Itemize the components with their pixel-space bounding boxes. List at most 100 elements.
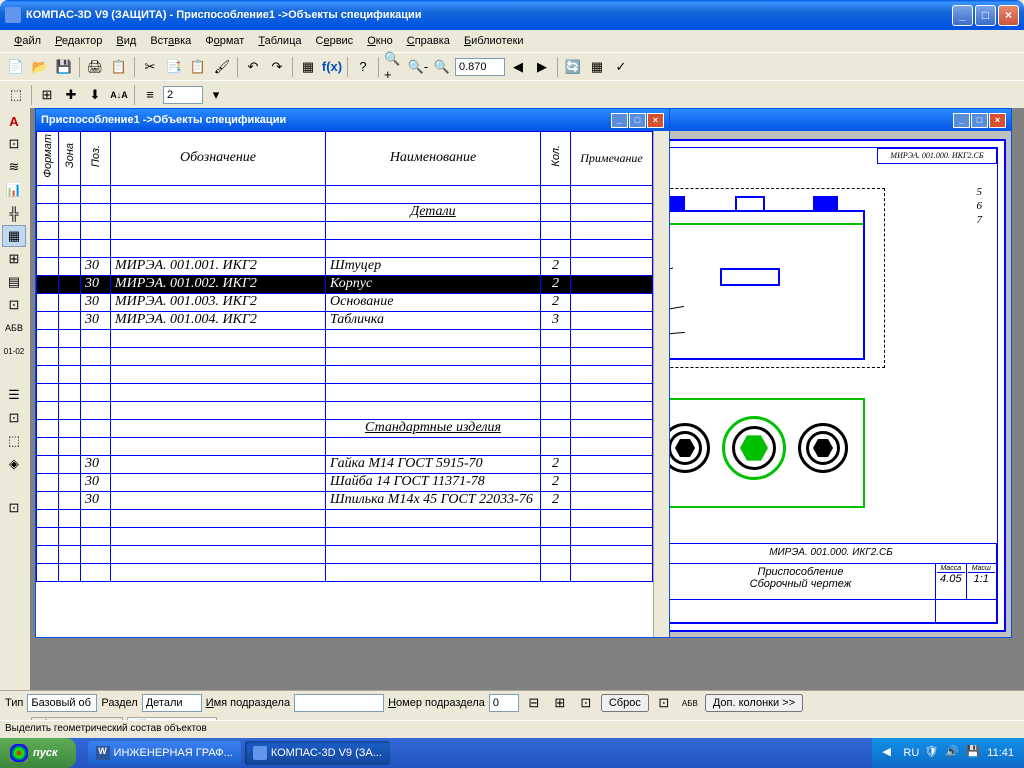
- menu-help[interactable]: Справка: [401, 33, 456, 49]
- print-button[interactable]: 🖨: [84, 56, 106, 78]
- tb2-btn3[interactable]: ✚: [60, 84, 82, 106]
- paste-button[interactable]: 📋: [187, 56, 209, 78]
- table-row[interactable]: [37, 563, 653, 581]
- cut-button[interactable]: ✂: [139, 56, 161, 78]
- table-row-selected[interactable]: 30МИРЭА. 001.002. ИКГ2Корпус2: [37, 275, 653, 293]
- table-row[interactable]: 30МИРЭА. 001.003. ИКГ2Основание2: [37, 293, 653, 311]
- lt-btn15[interactable]: ◈: [2, 453, 26, 475]
- bp-btn2[interactable]: ⊞: [549, 692, 571, 714]
- tb2-btn6[interactable]: ≡: [139, 84, 161, 106]
- undo-button[interactable]: ↶: [242, 56, 264, 78]
- section-row[interactable]: Стандартные изделия: [37, 419, 653, 437]
- pointer-button[interactable]: ✓: [610, 56, 632, 78]
- start-button[interactable]: пуск: [0, 738, 76, 768]
- extra-cols-button[interactable]: Доп. колонки >>: [705, 694, 803, 712]
- zoom-in-button[interactable]: 🔍+: [383, 56, 405, 78]
- table-row[interactable]: [37, 365, 653, 383]
- redo-button[interactable]: ↷: [266, 56, 288, 78]
- table-button[interactable]: ▦: [297, 56, 319, 78]
- preview-button[interactable]: 📋: [108, 56, 130, 78]
- tray-clock[interactable]: 11:41: [987, 747, 1014, 759]
- bp-btn3[interactable]: ⊡: [575, 692, 597, 714]
- lt-btn3[interactable]: ≋: [2, 156, 26, 178]
- menu-window[interactable]: Окно: [361, 33, 399, 49]
- tb2-btn2[interactable]: ⊞: [36, 84, 58, 106]
- menu-insert[interactable]: Вставка: [144, 33, 197, 49]
- table-row[interactable]: 30МИРЭА. 001.004. ИКГ2Табличка3: [37, 311, 653, 329]
- tb2-btn5[interactable]: A↓A: [108, 84, 130, 106]
- help-pointer-button[interactable]: ?: [352, 56, 374, 78]
- fx-button[interactable]: f(x): [321, 56, 343, 78]
- zoom-input[interactable]: [455, 58, 505, 76]
- toolbar2-input[interactable]: [163, 86, 203, 104]
- section-row[interactable]: Детали: [37, 203, 653, 221]
- bp-btn4[interactable]: ⊡: [653, 692, 675, 714]
- reset-button[interactable]: Сброс: [601, 694, 649, 712]
- menu-view[interactable]: Вид: [110, 33, 142, 49]
- open-button[interactable]: 📂: [29, 56, 51, 78]
- table-row[interactable]: [37, 329, 653, 347]
- zoom-out-button[interactable]: 🔍-: [407, 56, 429, 78]
- lt-btn8[interactable]: ▤: [2, 271, 26, 293]
- table-row[interactable]: 30МИРЭА. 001.001. ИКГ2Штуцер2: [37, 257, 653, 275]
- table-row[interactable]: [37, 437, 653, 455]
- system-tray[interactable]: ◀ RU 🛡 🔊 💾 11:41: [872, 738, 1024, 768]
- subnum-input[interactable]: [489, 694, 519, 712]
- menu-file[interactable]: Файл: [8, 33, 47, 49]
- lt-btn16[interactable]: ⊡: [2, 497, 26, 519]
- spec-min-button[interactable]: _: [611, 113, 628, 128]
- new-button[interactable]: 📄: [5, 56, 27, 78]
- lt-btn7[interactable]: ⊞: [2, 248, 26, 270]
- spec-titlebar[interactable]: Приспособление1 ->Объекты спецификации _…: [36, 109, 669, 131]
- zoom-next-button[interactable]: ▶: [531, 56, 553, 78]
- table-row[interactable]: 30Шайба 14 ГОСТ 11371-782: [37, 473, 653, 491]
- bp-btn1[interactable]: ⊟: [523, 692, 545, 714]
- taskbar-item-word[interactable]: W ИНЖЕНЕРНАЯ ГРАФ...: [88, 741, 241, 765]
- menu-format[interactable]: Формат: [199, 33, 250, 49]
- lt-btn5[interactable]: ╬: [2, 202, 26, 224]
- brush-button[interactable]: 🖌: [211, 56, 233, 78]
- menu-libs[interactable]: Библиотеки: [458, 33, 530, 49]
- window-list-button[interactable]: ▦: [586, 56, 608, 78]
- table-row[interactable]: [37, 239, 653, 257]
- table-row[interactable]: 30Шпилька М14х 45 ГОСТ 22033-762: [37, 491, 653, 509]
- lt-btn6[interactable]: ▦: [2, 225, 26, 247]
- refresh-button[interactable]: 🔄: [562, 56, 584, 78]
- taskbar-item-kompas[interactable]: КОМПАС-3D V9 (ЗА...: [245, 741, 390, 765]
- table-row[interactable]: [37, 221, 653, 239]
- save-button[interactable]: 💾: [53, 56, 75, 78]
- table-row[interactable]: [37, 527, 653, 545]
- menu-service[interactable]: Сервис: [310, 33, 360, 49]
- tray-icon-3[interactable]: 🔊: [945, 745, 961, 761]
- section-input[interactable]: [142, 694, 202, 712]
- lt-btn11[interactable]: 01-02: [2, 340, 26, 362]
- lt-btn10[interactable]: АБВ: [2, 317, 26, 339]
- zoom-prev-button[interactable]: ◀: [507, 56, 529, 78]
- minimize-button[interactable]: _: [952, 5, 973, 26]
- lt-text[interactable]: A: [2, 110, 26, 132]
- table-row[interactable]: [37, 401, 653, 419]
- spec-window[interactable]: Приспособление1 ->Объекты спецификации _…: [35, 108, 670, 638]
- tb2-dropdown[interactable]: ▾: [205, 84, 227, 106]
- menu-editor[interactable]: Редактор: [49, 33, 108, 49]
- table-row[interactable]: [37, 509, 653, 527]
- draw-max-button[interactable]: □: [971, 113, 988, 128]
- tray-lang[interactable]: RU: [903, 747, 919, 759]
- zoom-fit-button[interactable]: 🔍: [431, 56, 453, 78]
- lt-btn14[interactable]: ⬚: [2, 430, 26, 452]
- bp-btn5[interactable]: АБВ: [679, 692, 701, 714]
- lt-btn9[interactable]: ⊡: [2, 294, 26, 316]
- table-row[interactable]: 30Гайка М14 ГОСТ 5915-702: [37, 455, 653, 473]
- maximize-button[interactable]: □: [975, 5, 996, 26]
- lt-btn2[interactable]: ⊡: [2, 133, 26, 155]
- close-button[interactable]: ×: [998, 5, 1019, 26]
- type-input[interactable]: [27, 694, 97, 712]
- menu-table[interactable]: Таблица: [252, 33, 307, 49]
- table-row[interactable]: [37, 347, 653, 365]
- lt-btn12[interactable]: ☰: [2, 384, 26, 406]
- spec-scrollbar[interactable]: [653, 131, 669, 637]
- draw-close-button[interactable]: ×: [989, 113, 1006, 128]
- spec-max-button[interactable]: □: [629, 113, 646, 128]
- spec-close-button[interactable]: ×: [647, 113, 664, 128]
- tb2-btn1[interactable]: ⬚: [5, 84, 27, 106]
